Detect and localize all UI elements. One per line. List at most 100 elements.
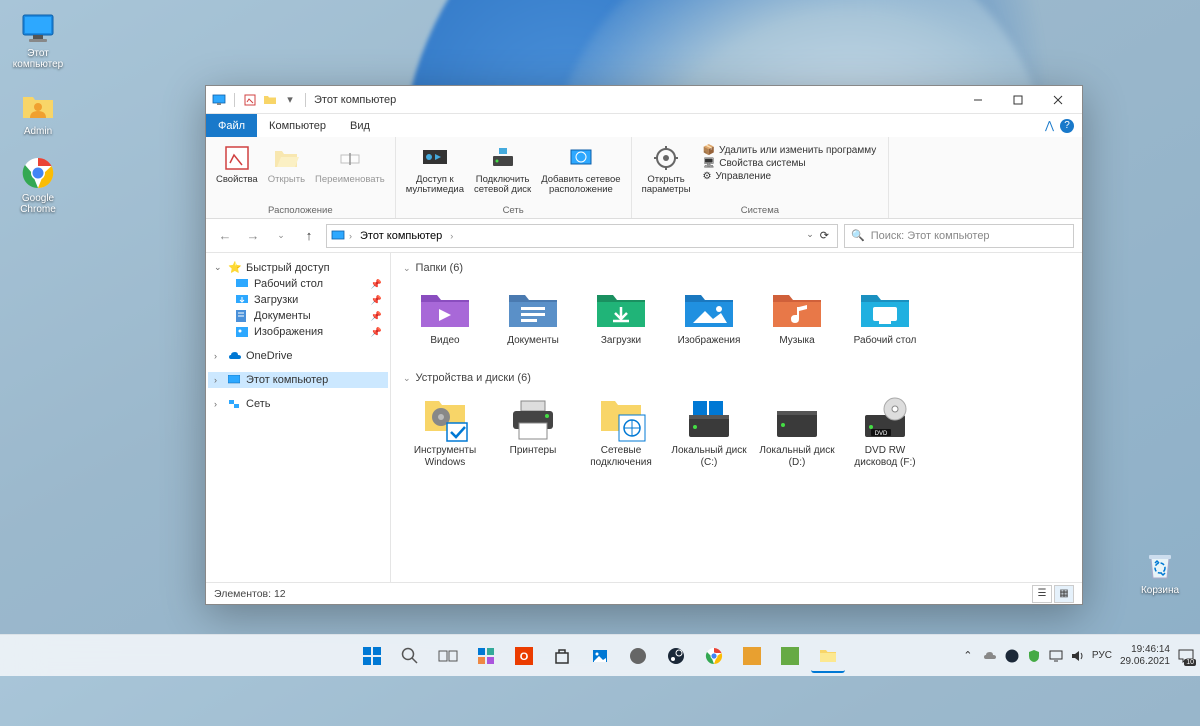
folder-label: Музыка: [779, 335, 814, 347]
taskbar-app-photos[interactable]: [583, 639, 617, 673]
help-icon[interactable]: ?: [1060, 119, 1074, 133]
chevron-down-icon[interactable]: ⌄: [214, 262, 224, 273]
folder-desktop[interactable]: Рабочий стол: [843, 283, 927, 351]
tray-onedrive-icon[interactable]: [982, 648, 998, 664]
ribbon-group-label: Расположение: [212, 203, 389, 216]
tree-desktop[interactable]: Рабочий стол📌: [208, 276, 388, 292]
tray-lang[interactable]: РУС: [1092, 650, 1112, 661]
drive-netconn[interactable]: Сетевыеподключения: [579, 393, 663, 473]
ribbon: Свойства Открыть Переименовать Расположе…: [206, 137, 1082, 219]
close-button[interactable]: [1038, 86, 1078, 114]
taskbar-app-generic3[interactable]: [773, 639, 807, 673]
ribbon-open-button[interactable]: Открыть: [264, 141, 309, 203]
folder-videos[interactable]: Видео: [403, 283, 487, 351]
taskbar-app-generic2[interactable]: [735, 639, 769, 673]
drive-localc[interactable]: Локальный диск(C:): [667, 393, 751, 473]
taskbar-clock[interactable]: 19:46:14 29.06.2021: [1120, 644, 1170, 668]
ribbon-rename-button[interactable]: Переименовать: [311, 141, 389, 203]
view-icons-button[interactable]: ▦: [1054, 585, 1074, 603]
taskbar-app-office[interactable]: O: [507, 639, 541, 673]
forward-button[interactable]: →: [242, 225, 264, 247]
titlebar[interactable]: ▾ Этот компьютер: [206, 86, 1082, 114]
start-button[interactable]: [355, 639, 389, 673]
address-box[interactable]: › Этот компьютер › ⌄ ⟳: [326, 224, 838, 248]
drive-printers[interactable]: Принтеры: [491, 393, 575, 473]
tree-documents[interactable]: Документы📌: [208, 308, 388, 324]
chrome-icon: [20, 155, 56, 191]
tree-downloads[interactable]: Загрузки📌: [208, 292, 388, 308]
refresh-icon[interactable]: ⟳: [820, 229, 829, 242]
ribbon-map-drive-button[interactable]: Подключитьсетевой диск: [470, 141, 535, 203]
collapse-ribbon-icon[interactable]: ⋀: [1045, 119, 1054, 132]
chevron-right-icon[interactable]: ›: [214, 351, 224, 361]
documents-folder-icon: [507, 287, 559, 331]
chevron-right-icon[interactable]: ›: [349, 231, 352, 241]
folder-documents[interactable]: Документы: [491, 283, 575, 351]
widgets-button[interactable]: [469, 639, 503, 673]
desktop-icon-chrome[interactable]: GoogleChrome: [8, 155, 68, 215]
tree-quick-access[interactable]: ⌄⭐Быстрый доступ: [208, 259, 388, 276]
breadcrumb-item[interactable]: Этот компьютер: [356, 230, 446, 242]
ribbon-open-settings-button[interactable]: Открытьпараметры: [638, 141, 695, 203]
properties-qat-icon[interactable]: [241, 91, 259, 109]
tab-view[interactable]: Вид: [338, 114, 382, 137]
view-details-button[interactable]: ☰: [1032, 585, 1052, 603]
back-button[interactable]: ←: [214, 225, 236, 247]
section-drives-header[interactable]: ⌄Устройства и диски (6): [403, 369, 1070, 387]
drive-d-icon: [771, 397, 823, 441]
dropdown-icon[interactable]: ⌄: [806, 229, 814, 242]
up-button[interactable]: ↑: [298, 225, 320, 247]
tray-overflow-icon[interactable]: ⌃: [960, 648, 976, 664]
tree-this-pc[interactable]: ›Этот компьютер: [208, 372, 388, 388]
drive-locald[interactable]: Локальный диск(D:): [755, 393, 839, 473]
desktop-icon-label: Этоткомпьютер: [13, 48, 63, 70]
section-folders-header[interactable]: ⌄Папки (6): [403, 259, 1070, 277]
maximize-button[interactable]: [998, 86, 1038, 114]
search-button[interactable]: [393, 639, 427, 673]
ribbon-link-uninstall[interactable]: 📦Удалить или изменить программу: [703, 145, 877, 156]
tray-security-icon[interactable]: [1026, 648, 1042, 664]
folder-qat-icon[interactable]: [261, 91, 279, 109]
taskbar-app-generic1[interactable]: [621, 639, 655, 673]
monitor-icon: [20, 10, 56, 46]
tab-computer[interactable]: Компьютер: [257, 114, 338, 137]
taskview-button[interactable]: [431, 639, 465, 673]
tree-network[interactable]: ›Сеть: [208, 396, 388, 412]
recent-dropdown[interactable]: ⌄: [270, 225, 292, 247]
search-input[interactable]: 🔍 Поиск: Этот компьютер: [844, 224, 1074, 248]
tray-steam-icon[interactable]: [1004, 648, 1020, 664]
ribbon-link-manage[interactable]: ⚙Управление: [703, 171, 877, 182]
ribbon-properties-button[interactable]: Свойства: [212, 141, 262, 203]
desktop-icon-this-pc[interactable]: Этоткомпьютер: [8, 10, 68, 70]
tray-network-icon[interactable]: [1048, 648, 1064, 664]
folder-music[interactable]: Музыка: [755, 283, 839, 351]
ribbon-media-access-button[interactable]: Доступ кмультимедиа: [402, 141, 468, 203]
chevron-right-icon[interactable]: ›: [214, 399, 224, 409]
tray-volume-icon[interactable]: [1070, 648, 1086, 664]
chevron-down-icon: ⌄: [403, 263, 411, 274]
taskbar-app-store[interactable]: [545, 639, 579, 673]
dropdown-qat-icon[interactable]: ▾: [281, 91, 299, 109]
chevron-right-icon[interactable]: ›: [450, 231, 453, 241]
ribbon-link-sysprops[interactable]: 🖥Свойства системы: [703, 158, 877, 169]
drive-wintools[interactable]: ИнструментыWindows: [403, 393, 487, 473]
desktop-icon-admin[interactable]: Admin: [8, 88, 68, 137]
desktop-icon-recycle-bin[interactable]: Корзина: [1130, 547, 1190, 596]
taskbar-app-steam[interactable]: [659, 639, 693, 673]
ribbon-add-net-loc-button[interactable]: Добавить сетевоерасположение: [537, 141, 624, 203]
network-icon: [228, 399, 242, 409]
folder-pictures[interactable]: Изображения: [667, 283, 751, 351]
folder-downloads[interactable]: Загрузки: [579, 283, 663, 351]
taskbar-app-explorer[interactable]: [811, 639, 845, 673]
drive-c-icon: [683, 397, 735, 441]
chevron-right-icon[interactable]: ›: [214, 375, 224, 385]
dvd-drive-icon: DVD: [859, 397, 911, 441]
tree-pictures[interactable]: Изображения📌: [208, 324, 388, 340]
minimize-button[interactable]: [958, 86, 998, 114]
folder-label: Изображения: [678, 335, 741, 347]
tree-onedrive[interactable]: ›OneDrive: [208, 348, 388, 364]
tab-file[interactable]: Файл: [206, 114, 257, 137]
notifications-button[interactable]: 10: [1178, 648, 1194, 664]
drive-dvd[interactable]: DVD DVD RWдисковод (F:): [843, 393, 927, 473]
taskbar-app-chrome[interactable]: [697, 639, 731, 673]
